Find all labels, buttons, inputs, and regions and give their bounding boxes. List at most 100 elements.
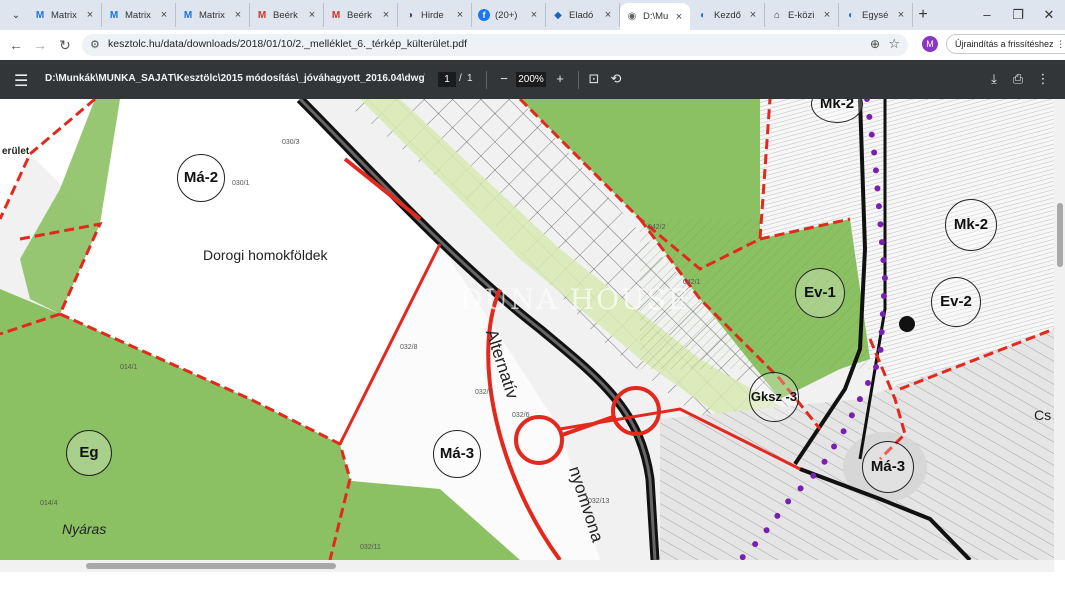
download-icon[interactable]: ⤓ <box>985 70 1003 88</box>
tab-0[interactable]: M Matrix × <box>28 3 102 27</box>
zoom-icon[interactable]: ⊕ <box>870 37 880 51</box>
kebab-menu-icon: ⋮ <box>1056 39 1065 49</box>
tab-title: Eladó <box>569 9 594 21</box>
site-info-icon[interactable]: ⚙ <box>90 38 100 51</box>
address-bar[interactable]: ⚙ kesztolc.hu/data/downloads/2018/01/10/… <box>82 34 908 56</box>
reload-icon[interactable]: ↻ <box>55 35 75 55</box>
close-icon[interactable]: × <box>746 9 760 21</box>
globe-icon: ◉ <box>627 11 637 22</box>
pdf-document-title: D:\Munkák\MUNKA_SAJÁT\Kesztölc\2015 módo… <box>45 73 425 84</box>
tab-10[interactable]: ⌂ E-közi × <box>765 3 839 27</box>
tab-title: Egysé <box>862 9 889 21</box>
tab-7[interactable]: ◆ Eladó × <box>546 3 620 27</box>
vertical-scrollbar[interactable] <box>1054 99 1065 560</box>
tab-title: Beérk <box>273 9 298 21</box>
back-icon[interactable]: ← <box>6 35 26 55</box>
site-favicon-icon: ◑ <box>406 9 414 21</box>
parcel-label: 030/1 <box>232 180 250 187</box>
point-marker <box>899 316 915 332</box>
bottom-area <box>0 572 1065 600</box>
close-window-icon[interactable]: ✕ <box>1034 4 1064 26</box>
more-options-icon[interactable]: ⋮ <box>1034 70 1052 88</box>
tab-2[interactable]: M Matrix × <box>176 3 250 27</box>
close-icon[interactable]: × <box>894 9 908 21</box>
tab-11[interactable]: ◐ Egysé × <box>839 3 913 27</box>
pdf-toolbar: ☰ D:\Munkák\MUNKA_SAJÁT\Kesztölc\2015 mó… <box>0 60 1065 99</box>
zone-label: Ev-2 <box>931 277 981 327</box>
gmail-favicon-icon: M <box>257 9 267 21</box>
close-icon[interactable]: × <box>83 9 97 21</box>
close-icon[interactable]: × <box>527 9 541 21</box>
new-tab-button[interactable]: + <box>913 5 933 25</box>
close-icon[interactable]: × <box>305 9 319 21</box>
tab-3[interactable]: M Beérk × <box>250 3 324 27</box>
close-icon[interactable]: × <box>453 9 467 21</box>
tab-5[interactable]: ◑ Hirde × <box>398 3 472 27</box>
pdf-viewer[interactable]: 030/3 030/1 032/8 032/7 032/6 032/13 042… <box>0 99 1054 560</box>
print-icon[interactable]: ⎙ <box>1009 70 1027 88</box>
zoom-out-icon[interactable]: − <box>495 70 513 88</box>
tab-4[interactable]: M Beérk × <box>324 3 398 27</box>
restart-update-button[interactable]: Újraindítás a frissítéshez ⋮ <box>946 34 1065 54</box>
horizontal-scrollbar[interactable] <box>0 560 1054 572</box>
url-text: kesztolc.hu/data/downloads/2018/01/10/2.… <box>108 38 467 50</box>
close-icon[interactable]: × <box>379 9 393 21</box>
parcel-label: 042/2 <box>648 224 666 231</box>
bookmark-star-icon[interactable]: ☆ <box>888 36 900 52</box>
close-icon[interactable]: × <box>672 11 686 23</box>
hamburger-menu-icon[interactable]: ☰ <box>14 71 28 91</box>
tab-1[interactable]: M Matrix × <box>102 3 176 27</box>
chevron-down-icon: ⌄ <box>11 9 21 21</box>
tab-strip: ⌄ M Matrix × M Matrix × M Matrix × M Beé… <box>0 0 1065 30</box>
forward-icon[interactable]: → <box>30 35 50 55</box>
zone-label: Má-2 <box>177 154 225 202</box>
tab-title: Matrix <box>125 9 151 21</box>
tab-title: D:\Mu <box>643 11 669 22</box>
page-separator: / <box>459 73 462 84</box>
site-favicon-icon: ◐ <box>847 9 855 21</box>
parcel-label: 032/11 <box>360 544 381 551</box>
site-favicon-icon: ◐ <box>699 9 707 21</box>
avatar[interactable]: M <box>922 36 938 52</box>
tab-title: Kezdő <box>714 9 741 21</box>
toolbar-divider <box>486 71 487 89</box>
zone-label: Eg <box>66 430 112 476</box>
parcel-label: 032/7 <box>475 389 493 396</box>
browser-window: ⌄ M Matrix × M Matrix × M Matrix × M Beé… <box>0 0 1065 600</box>
parcel-label: 030/3 <box>282 139 300 146</box>
tab-6[interactable]: f (20+) × <box>472 3 546 27</box>
gmail-favicon-icon: M <box>35 9 45 21</box>
tab-title: Matrix <box>51 9 77 21</box>
close-icon[interactable]: × <box>601 9 615 21</box>
restart-label: Újraindítás a frissítéshez <box>955 39 1054 49</box>
vertical-scroll-thumb[interactable] <box>1057 203 1063 267</box>
rotate-icon[interactable]: ⟲ <box>607 70 625 88</box>
tab-search-dropdown[interactable]: ⌄ <box>6 5 26 25</box>
tab-title: Beérk <box>347 9 372 21</box>
zoom-in-icon[interactable]: + <box>551 70 569 88</box>
browser-toolbar: ← → ↻ ⚙ kesztolc.hu/data/downloads/2018/… <box>0 30 1065 60</box>
place-name-nyaras: Nyáras <box>62 521 107 537</box>
close-icon[interactable]: × <box>157 9 171 21</box>
tab-title: E-közi <box>788 9 815 21</box>
area-label-cs: Cs <box>1034 407 1052 423</box>
fit-page-icon[interactable]: ⊡ <box>585 70 603 88</box>
zoom-level-input[interactable]: 200% <box>516 72 546 87</box>
parcel-label: 032/8 <box>400 344 418 351</box>
gmail-favicon-icon: M <box>331 9 341 21</box>
zone-label: Ev-1 <box>795 268 845 318</box>
place-name-dorogi: Dorogi homokföldek <box>203 247 328 263</box>
close-icon[interactable]: × <box>820 9 834 21</box>
zone-label: Gksz -3 <box>749 372 799 422</box>
horizontal-scroll-thumb[interactable] <box>86 563 336 569</box>
maximize-icon[interactable]: ❐ <box>1003 4 1033 26</box>
tab-8-active[interactable]: ◉ D:\Mu × <box>620 3 690 30</box>
gmail-favicon-icon: M <box>183 9 193 21</box>
tab-title: (20+) <box>495 9 518 21</box>
minimize-icon[interactable]: – <box>972 4 1002 26</box>
tab-9[interactable]: ◐ Kezdő × <box>691 3 765 27</box>
parcel-label: 032/6 <box>512 412 530 419</box>
gmail-favicon-icon: M <box>109 9 119 21</box>
page-number-input[interactable]: 1 <box>438 72 456 87</box>
close-icon[interactable]: × <box>231 9 245 21</box>
